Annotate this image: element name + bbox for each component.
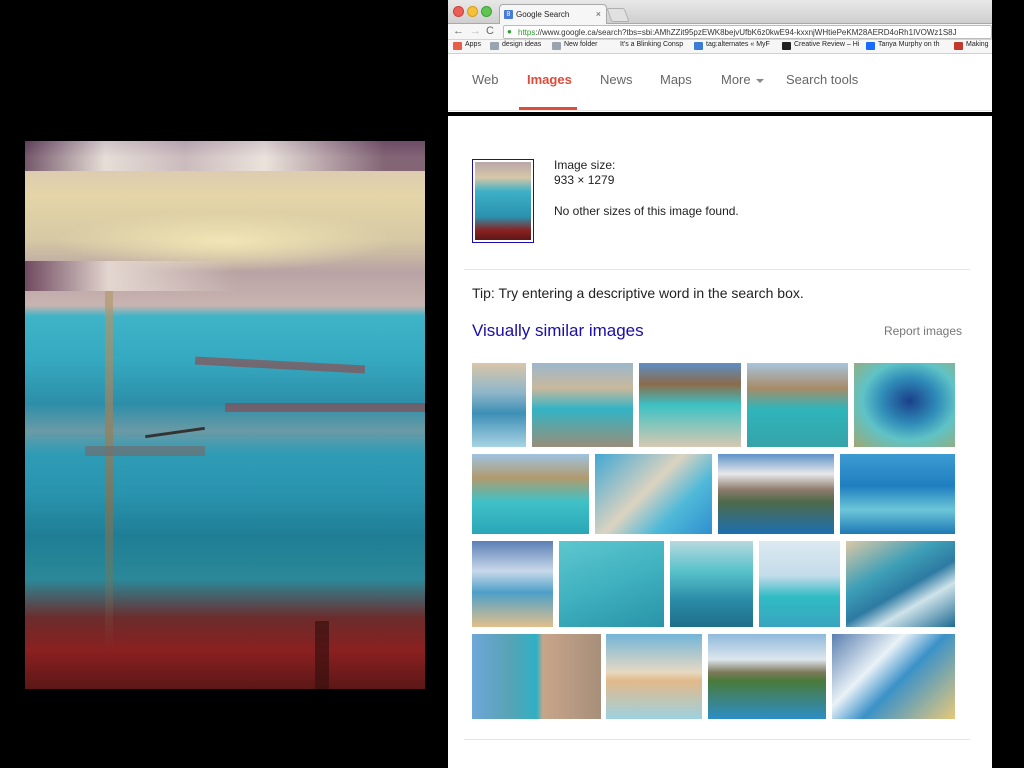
active-tab-indicator	[519, 107, 577, 110]
similar-image[interactable]	[840, 454, 955, 534]
divider	[464, 739, 970, 740]
bookmark-new-folder[interactable]: New folder	[552, 41, 597, 50]
lock-icon: ●	[507, 27, 512, 36]
similar-image[interactable]	[595, 454, 712, 534]
results-panel: Image size: 933 × 1279 No other sizes of…	[448, 116, 992, 768]
bookmark-apps[interactable]: Apps	[453, 41, 481, 50]
tab-title: Google Search	[516, 10, 570, 19]
image-size-info: Image size: 933 × 1279 No other sizes of…	[554, 158, 739, 219]
similar-image[interactable]	[472, 634, 601, 719]
tab-maps[interactable]: Maps	[660, 72, 692, 87]
search-tip: Tip: Try entering a descriptive word in …	[472, 285, 804, 301]
apps-grid-icon	[453, 42, 462, 50]
bookmark-blinking-consp[interactable]: It's a Blinking Consp	[608, 41, 683, 48]
creative-review-icon	[782, 42, 791, 50]
similar-image[interactable]	[670, 541, 753, 627]
similar-image[interactable]	[532, 363, 633, 447]
google-favicon-icon: 8	[504, 10, 513, 19]
similar-image[interactable]	[472, 541, 553, 627]
no-other-sizes-note: No other sizes of this image found.	[554, 204, 739, 218]
similar-image[interactable]	[854, 363, 955, 447]
similar-image[interactable]	[832, 634, 955, 719]
tab-more[interactable]: More	[721, 72, 764, 87]
tab-news[interactable]: News	[600, 72, 633, 87]
google-search-tabs: Web Images News Maps More Search tools	[448, 54, 992, 111]
forward-arrow-icon[interactable]: →	[470, 25, 481, 37]
bookmark-tag-alternates[interactable]: tag:alternates « MyF	[694, 41, 770, 50]
similar-image[interactable]	[718, 454, 834, 534]
folder-icon	[490, 42, 499, 50]
title-bar: 8 Google Search ×	[448, 0, 992, 24]
zoom-window-button[interactable]	[481, 6, 492, 17]
search-tools-button[interactable]: Search tools	[786, 72, 858, 87]
chevron-down-icon	[755, 78, 764, 83]
divider	[464, 269, 970, 270]
bookmark-tanya-murphy[interactable]: Tanya Murphy on th	[866, 41, 939, 50]
tab-close-icon[interactable]: ×	[596, 9, 601, 19]
bookmark-creative-review[interactable]: Creative Review – Hi	[782, 41, 859, 50]
bookmark-design-ideas[interactable]: design ideas	[490, 41, 541, 50]
back-arrow-icon[interactable]: ←	[453, 25, 464, 37]
visually-similar-link[interactable]: Visually similar images	[472, 321, 644, 341]
similar-image[interactable]	[708, 634, 826, 719]
similar-image[interactable]	[639, 363, 741, 447]
tab-images[interactable]: Images	[527, 72, 572, 87]
folder-icon	[552, 42, 561, 50]
similar-image[interactable]	[559, 541, 664, 627]
bookmark-making[interactable]: Making	[954, 41, 989, 50]
bookmarks-bar: Apps design ideas New folder It's a Blin…	[448, 40, 992, 54]
minimize-window-button[interactable]	[467, 6, 478, 17]
similar-image[interactable]	[759, 541, 840, 627]
making-icon	[954, 42, 963, 50]
similar-image[interactable]	[606, 634, 702, 719]
query-image-thumbnail[interactable]	[472, 159, 534, 243]
report-images-link[interactable]: Report images	[884, 324, 962, 338]
address-bar[interactable]: ● https://www.google.ca/search?tbs=sbi:A…	[503, 25, 992, 39]
similar-image[interactable]	[747, 363, 848, 447]
close-window-button[interactable]	[453, 6, 464, 17]
similar-image[interactable]	[472, 363, 526, 447]
wordpress-icon	[694, 42, 703, 50]
url-scheme: https	[518, 28, 536, 37]
image-size-label: Image size:	[554, 158, 616, 172]
new-tab-button[interactable]	[606, 8, 630, 22]
navigation-bar: ← → C ● https://www.google.ca/search?tbs…	[448, 24, 992, 40]
browser-window: 8 Google Search × ← → C ● https://www.go…	[448, 0, 992, 112]
browser-tab[interactable]: 8 Google Search ×	[499, 4, 607, 24]
reload-icon[interactable]: C	[486, 25, 494, 37]
behance-icon	[866, 42, 875, 50]
image-size-value: 933 × 1279	[554, 173, 615, 187]
url-text: ://www.google.ca/search?tbs=sbi:AMhZZit9…	[535, 28, 957, 37]
similar-image[interactable]	[846, 541, 955, 627]
tab-web[interactable]: Web	[472, 72, 499, 87]
painting-image	[25, 141, 425, 689]
similar-image[interactable]	[472, 454, 589, 534]
